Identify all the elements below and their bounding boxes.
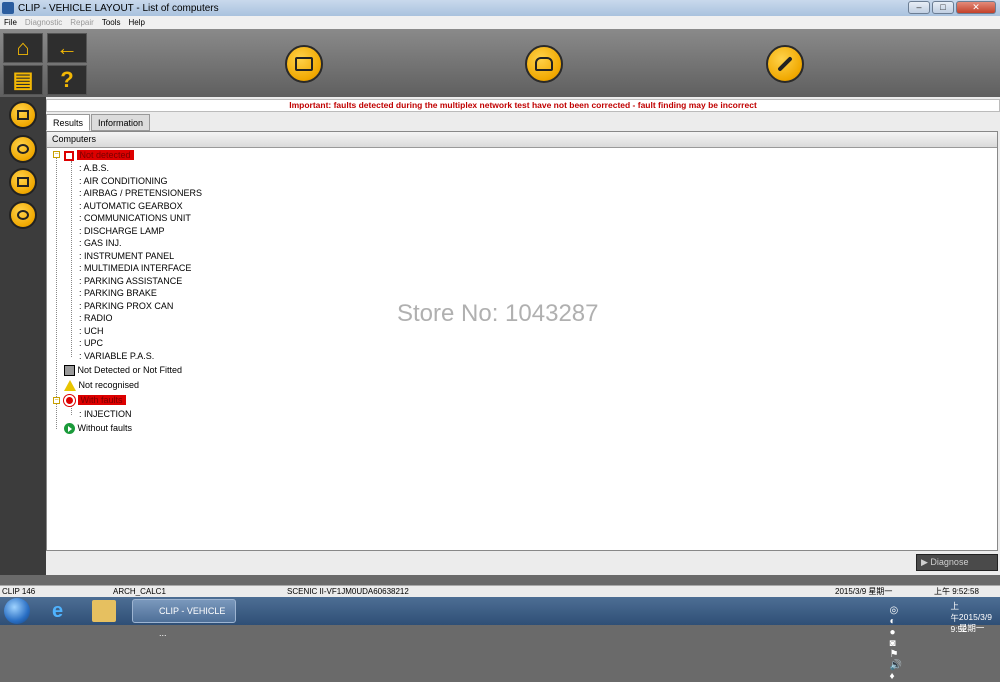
status-vehicle: SCENIC II-VF1JM0UDA60638212 [287,587,409,596]
status-time: 上午 9:52:58 [934,587,979,596]
group-without-faults-label: Without faults [77,423,133,433]
close-button[interactable]: ✕ [956,1,996,14]
sidebar [0,97,46,575]
menu-tools[interactable]: Tools [102,18,121,27]
not-detected-icon [64,150,74,161]
group-not-recognised[interactable]: Not recognised [64,379,140,392]
group-not-fitted-label: Not Detected or Not Fitted [77,365,183,375]
fault-icon [64,395,75,407]
status-arch: ARCH_CALC1 [113,587,166,596]
not-fitted-icon [64,365,75,377]
network-icon[interactable] [9,201,37,229]
tree-item[interactable]: : DISCHARGE LAMP [79,225,165,237]
tree-item[interactable]: : UPC [79,337,103,349]
tree-item[interactable]: : UCH [79,325,104,337]
taskbar: e CLIP - VEHICLE ... ◎ ◐ ● ◙ ⚑ 🔊 ♦ 上午 9:… [0,597,1000,682]
status-bar: CLIP 146 ARCH_CALC1 SCENIC II-VF1JM0UDA6… [0,585,1000,597]
tree-item[interactable]: : A.B.S. [79,162,109,174]
taskbar-task-label: CLIP - VEHICLE ... [159,606,226,638]
tray-icons[interactable]: ◎ ◐ ● ◙ ⚑ 🔊 ♦ [890,605,902,682]
expand-not-detected[interactable]: − [53,151,60,158]
group-not-recognised-label: Not recognised [78,380,140,390]
settings-icon[interactable] [9,135,37,163]
tree-item[interactable]: : AUTOMATIC GEARBOX [79,200,183,212]
warning-triangle-icon [64,380,76,392]
document-icon[interactable] [9,168,37,196]
expand-with-faults[interactable]: − [53,397,60,404]
computers-panel: Computers − Not detected : A.B.S. : AIR … [46,131,998,551]
tree-item[interactable]: : MULTIMEDIA INTERFACE [79,262,191,274]
tab-results[interactable]: Results [46,114,91,131]
group-not-detected-label: Not detected [76,150,134,160]
ecu-icon[interactable] [9,101,37,129]
tree-item[interactable]: : PARKING PROX CAN [79,300,173,312]
arrow-left-icon[interactable]: ← [47,33,87,63]
minimize-button[interactable]: – [908,1,930,14]
ok-icon [64,423,75,435]
folder-icon[interactable] [92,600,116,622]
main-content: Important: faults detected during the mu… [46,97,1000,575]
column-header-computers[interactable]: Computers [47,132,997,148]
tree-item[interactable]: : PARKING BRAKE [79,287,157,299]
start-button[interactable] [4,598,30,624]
tree-item[interactable]: : INSTRUMENT PANEL [79,250,174,262]
wrench-icon[interactable] [766,45,804,83]
menu-help[interactable]: Help [129,18,145,27]
diagnose-label: Diagnose [930,557,969,567]
taskbar-task-clip[interactable]: CLIP - VEHICLE ... [132,599,236,638]
taskbar-clock-date: 2015/3/9 星期一 [958,612,992,633]
menu-file[interactable]: File [4,18,17,27]
question-icon[interactable]: ? [47,65,87,95]
menu-repair[interactable]: Repair [70,18,94,27]
group-not-detected[interactable]: Not detected [64,149,134,161]
tree-item[interactable]: : PARKING ASSISTANCE [79,275,182,287]
checklist-icon[interactable] [285,45,323,83]
tree-item[interactable]: : INJECTION [79,408,132,420]
tree-item[interactable]: : GAS INJ. [79,237,122,249]
tab-bar: Results Information [46,114,151,131]
printer-icon[interactable]: ▤ [3,65,43,95]
menu-bar: File Diagnostic Repair Tools Help [0,16,1000,29]
group-without-faults[interactable]: Without faults [64,422,133,435]
window-title: CLIP - VEHICLE LAYOUT - List of computer… [18,2,219,14]
status-date: 2015/3/9 星期一 [835,587,893,596]
group-not-fitted[interactable]: Not Detected or Not Fitted [64,364,183,377]
diagnose-button[interactable]: ▶ Diagnose [916,554,998,571]
tab-information[interactable]: Information [91,114,151,131]
tree-item[interactable]: : AIR CONDITIONING [79,175,168,187]
vehicle-icon[interactable] [525,45,563,83]
tree-item[interactable]: : AIRBAG / PRETENSIONERS [79,187,202,199]
menu-diagnostic[interactable]: Diagnostic [25,18,62,27]
maximize-button[interactable]: □ [932,1,954,14]
group-with-faults-label: With faults [77,395,126,405]
status-clip: CLIP 146 [2,587,36,596]
internet-explorer-icon[interactable]: e [52,600,76,622]
watermark: Store No: 1043287 [397,300,599,327]
app-icon [2,2,14,14]
toolbar: ⌂ ← ▤ ? [0,29,1000,97]
title-bar: CLIP - VEHICLE LAYOUT - List of computer… [0,0,1000,16]
home-icon[interactable]: ⌂ [3,33,43,63]
tree-item[interactable]: : RADIO [79,312,113,324]
warning-banner: Important: faults detected during the mu… [46,99,1000,112]
tree-item[interactable]: : COMMUNICATIONS UNIT [79,212,191,224]
tree-item[interactable]: : VARIABLE P.A.S. [79,350,154,362]
group-with-faults[interactable]: With faults [64,394,126,407]
